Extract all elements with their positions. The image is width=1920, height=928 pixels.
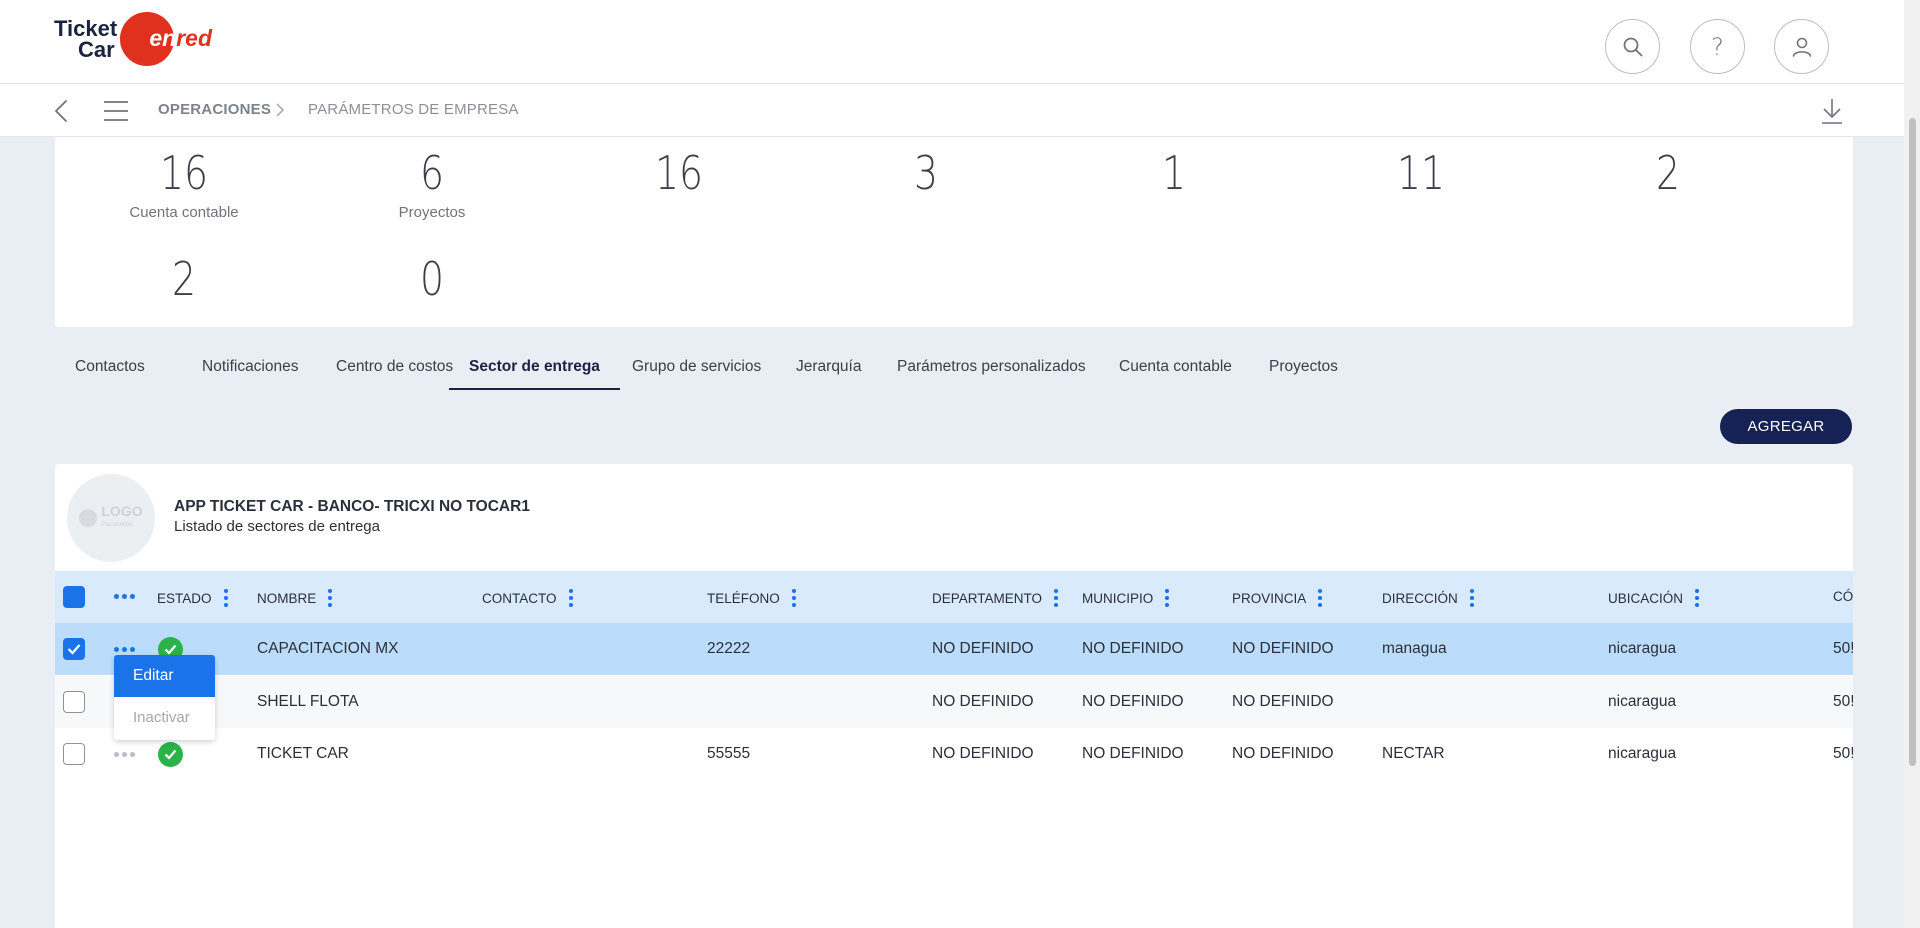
ticket-car-edenred-logo[interactable]: Ticket Car Edenred — [54, 12, 214, 72]
cell-telefono: 22222 — [707, 640, 751, 657]
column-header-ubicacion: UBICACIÓN — [1608, 589, 1700, 607]
column-menu-icon[interactable] — [328, 589, 333, 607]
cell-provincia: NO DEFINIDO — [1232, 745, 1334, 762]
company-logo-placeholder: LOGO Placeholder — [67, 474, 155, 562]
top-header: Ticket Car Edenred ? — [0, 0, 1904, 84]
stat-value: 0 — [419, 252, 445, 306]
search-icon — [1623, 37, 1642, 56]
cell-municipio: NO DEFINIDO — [1082, 745, 1184, 762]
row-checkbox[interactable] — [63, 743, 85, 765]
cell-direccion: managua — [1382, 640, 1447, 657]
column-header-municipio: MUNICIPIO — [1082, 589, 1170, 607]
cell-telefono: 55555 — [707, 745, 751, 762]
tab-proyectos[interactable]: Proyectos — [1249, 350, 1358, 390]
column-header-nombre: NOMBRE — [257, 589, 333, 607]
breadcrumb-operaciones[interactable]: OPERACIONES — [158, 101, 271, 118]
status-active-icon — [158, 742, 183, 767]
column-header-departamento: DEPARTAMENTO — [932, 589, 1059, 607]
table-row[interactable]: TICKET CAR 55555 NO DEFINIDO NO DEFINIDO… — [55, 728, 1853, 780]
add-button[interactable]: AGREGAR — [1720, 409, 1852, 444]
select-all-checkbox[interactable] — [63, 586, 85, 608]
cell-ubicacion: nicaragua — [1608, 640, 1677, 657]
stat-value: 11 — [1396, 146, 1445, 200]
help-icon: ? — [1711, 32, 1724, 61]
cell-codigo: 50! — [1833, 693, 1853, 710]
column-menu-icon[interactable] — [1318, 589, 1323, 607]
column-header-direccion: DIRECCIÓN — [1382, 589, 1474, 607]
column-header-estado: ESTADO — [157, 589, 228, 607]
user-profile-button[interactable] — [1774, 19, 1829, 74]
row-checkbox[interactable] — [63, 691, 85, 713]
tab-sector-de-entrega[interactable]: Sector de entrega — [449, 350, 620, 390]
cell-direccion: NECTAR — [1382, 745, 1445, 762]
column-header-provincia: PROVINCIA — [1232, 589, 1323, 607]
stat-value: 2 — [1655, 146, 1681, 200]
stat-value: 2 — [171, 252, 197, 306]
vertical-scrollbar[interactable] — [1904, 0, 1920, 928]
cell-codigo: 50! — [1833, 745, 1853, 762]
back-arrow-icon[interactable] — [52, 98, 72, 124]
row-actions-menu: Editar Inactivar — [114, 655, 215, 740]
cell-nombre: TICKET CAR — [257, 745, 349, 762]
help-button[interactable]: ? — [1690, 19, 1745, 74]
cell-municipio: NO DEFINIDO — [1082, 693, 1184, 710]
row-actions-icon[interactable] — [114, 752, 136, 758]
tab-parametros-personalizados[interactable]: Parámetros personalizados — [877, 350, 1106, 390]
summary-stats-card: 16 Cuenta contable 6 Proyectos 16 3 1 11… — [55, 137, 1853, 327]
row-checkbox[interactable] — [63, 638, 85, 660]
column-header-codigo: CÓ — [1833, 589, 1853, 604]
column-menu-icon[interactable] — [1054, 589, 1059, 607]
cell-departamento: NO DEFINIDO — [932, 745, 1034, 762]
column-menu-icon[interactable] — [568, 589, 573, 607]
table-header: ESTADO NOMBRE CONTACTO TELÉFONO DEPARTAM… — [55, 571, 1853, 623]
download-icon[interactable] — [1820, 97, 1844, 125]
company-name: APP TICKET CAR - BANCO- TRICXI NO TOCAR1 — [174, 498, 530, 515]
delivery-sectors-card: LOGO Placeholder APP TICKET CAR - BANCO- … — [55, 464, 1853, 928]
cell-ubicacion: nicaragua — [1608, 693, 1677, 710]
column-header-contacto: CONTACTO — [482, 589, 573, 607]
chevron-right-icon — [276, 103, 284, 117]
user-icon — [1792, 37, 1811, 57]
cell-ubicacion: nicaragua — [1608, 745, 1677, 762]
cell-nombre: SHELL FLOTA — [257, 693, 359, 710]
bulk-actions-icon[interactable] — [114, 594, 136, 600]
stat-value: 16 — [654, 146, 703, 200]
menu-item-editar[interactable]: Editar — [114, 655, 215, 697]
row-actions-icon[interactable] — [114, 647, 136, 653]
table-row[interactable]: SHELL FLOTA NO DEFINIDO NO DEFINIDO NO D… — [55, 676, 1853, 728]
breadcrumb-parametros-empresa: PARÁMETROS DE EMPRESA — [308, 101, 519, 118]
stat-value: 3 — [913, 146, 939, 200]
tab-contactos[interactable]: Contactos — [55, 350, 165, 390]
column-menu-icon[interactable] — [1695, 589, 1700, 607]
column-menu-icon[interactable] — [1469, 589, 1474, 607]
cell-provincia: NO DEFINIDO — [1232, 693, 1334, 710]
cell-provincia: NO DEFINIDO — [1232, 640, 1334, 657]
table-row[interactable]: CAPACITACION MX 22222 NO DEFINIDO NO DEF… — [55, 623, 1853, 675]
square-fill-icon — [67, 591, 81, 603]
breadcrumb-bar: OPERACIONES PARÁMETROS DE EMPRESA — [0, 84, 1904, 137]
tab-cuenta-contable[interactable]: Cuenta contable — [1099, 350, 1252, 390]
column-menu-icon[interactable] — [1165, 589, 1170, 607]
list-subtitle: Listado de sectores de entrega — [174, 518, 380, 535]
stat-proyectos: 6 Proyectos — [398, 146, 466, 221]
hamburger-menu-icon[interactable] — [103, 98, 129, 124]
column-menu-icon[interactable] — [223, 589, 228, 607]
cell-departamento: NO DEFINIDO — [932, 640, 1034, 657]
search-button[interactable] — [1605, 19, 1660, 74]
cell-departamento: NO DEFINIDO — [932, 693, 1034, 710]
tab-grupo-de-servicios[interactable]: Grupo de servicios — [612, 350, 781, 390]
stat-value: 1 — [1161, 146, 1187, 200]
scrollbar-thumb[interactable] — [1909, 118, 1916, 766]
checkmark-icon — [67, 644, 81, 655]
column-menu-icon[interactable] — [791, 589, 796, 607]
cell-nombre: CAPACITACION MX — [257, 640, 399, 657]
tab-notificaciones[interactable]: Notificaciones — [182, 350, 319, 390]
cell-codigo: 50! — [1833, 640, 1853, 657]
column-header-telefono: TELÉFONO — [707, 589, 796, 607]
cell-municipio: NO DEFINIDO — [1082, 640, 1184, 657]
menu-item-inactivar[interactable]: Inactivar — [114, 697, 215, 740]
tab-jerarquia[interactable]: Jerarquía — [776, 350, 881, 390]
stat-cuenta-contable: 16 Cuenta contable — [129, 146, 239, 221]
